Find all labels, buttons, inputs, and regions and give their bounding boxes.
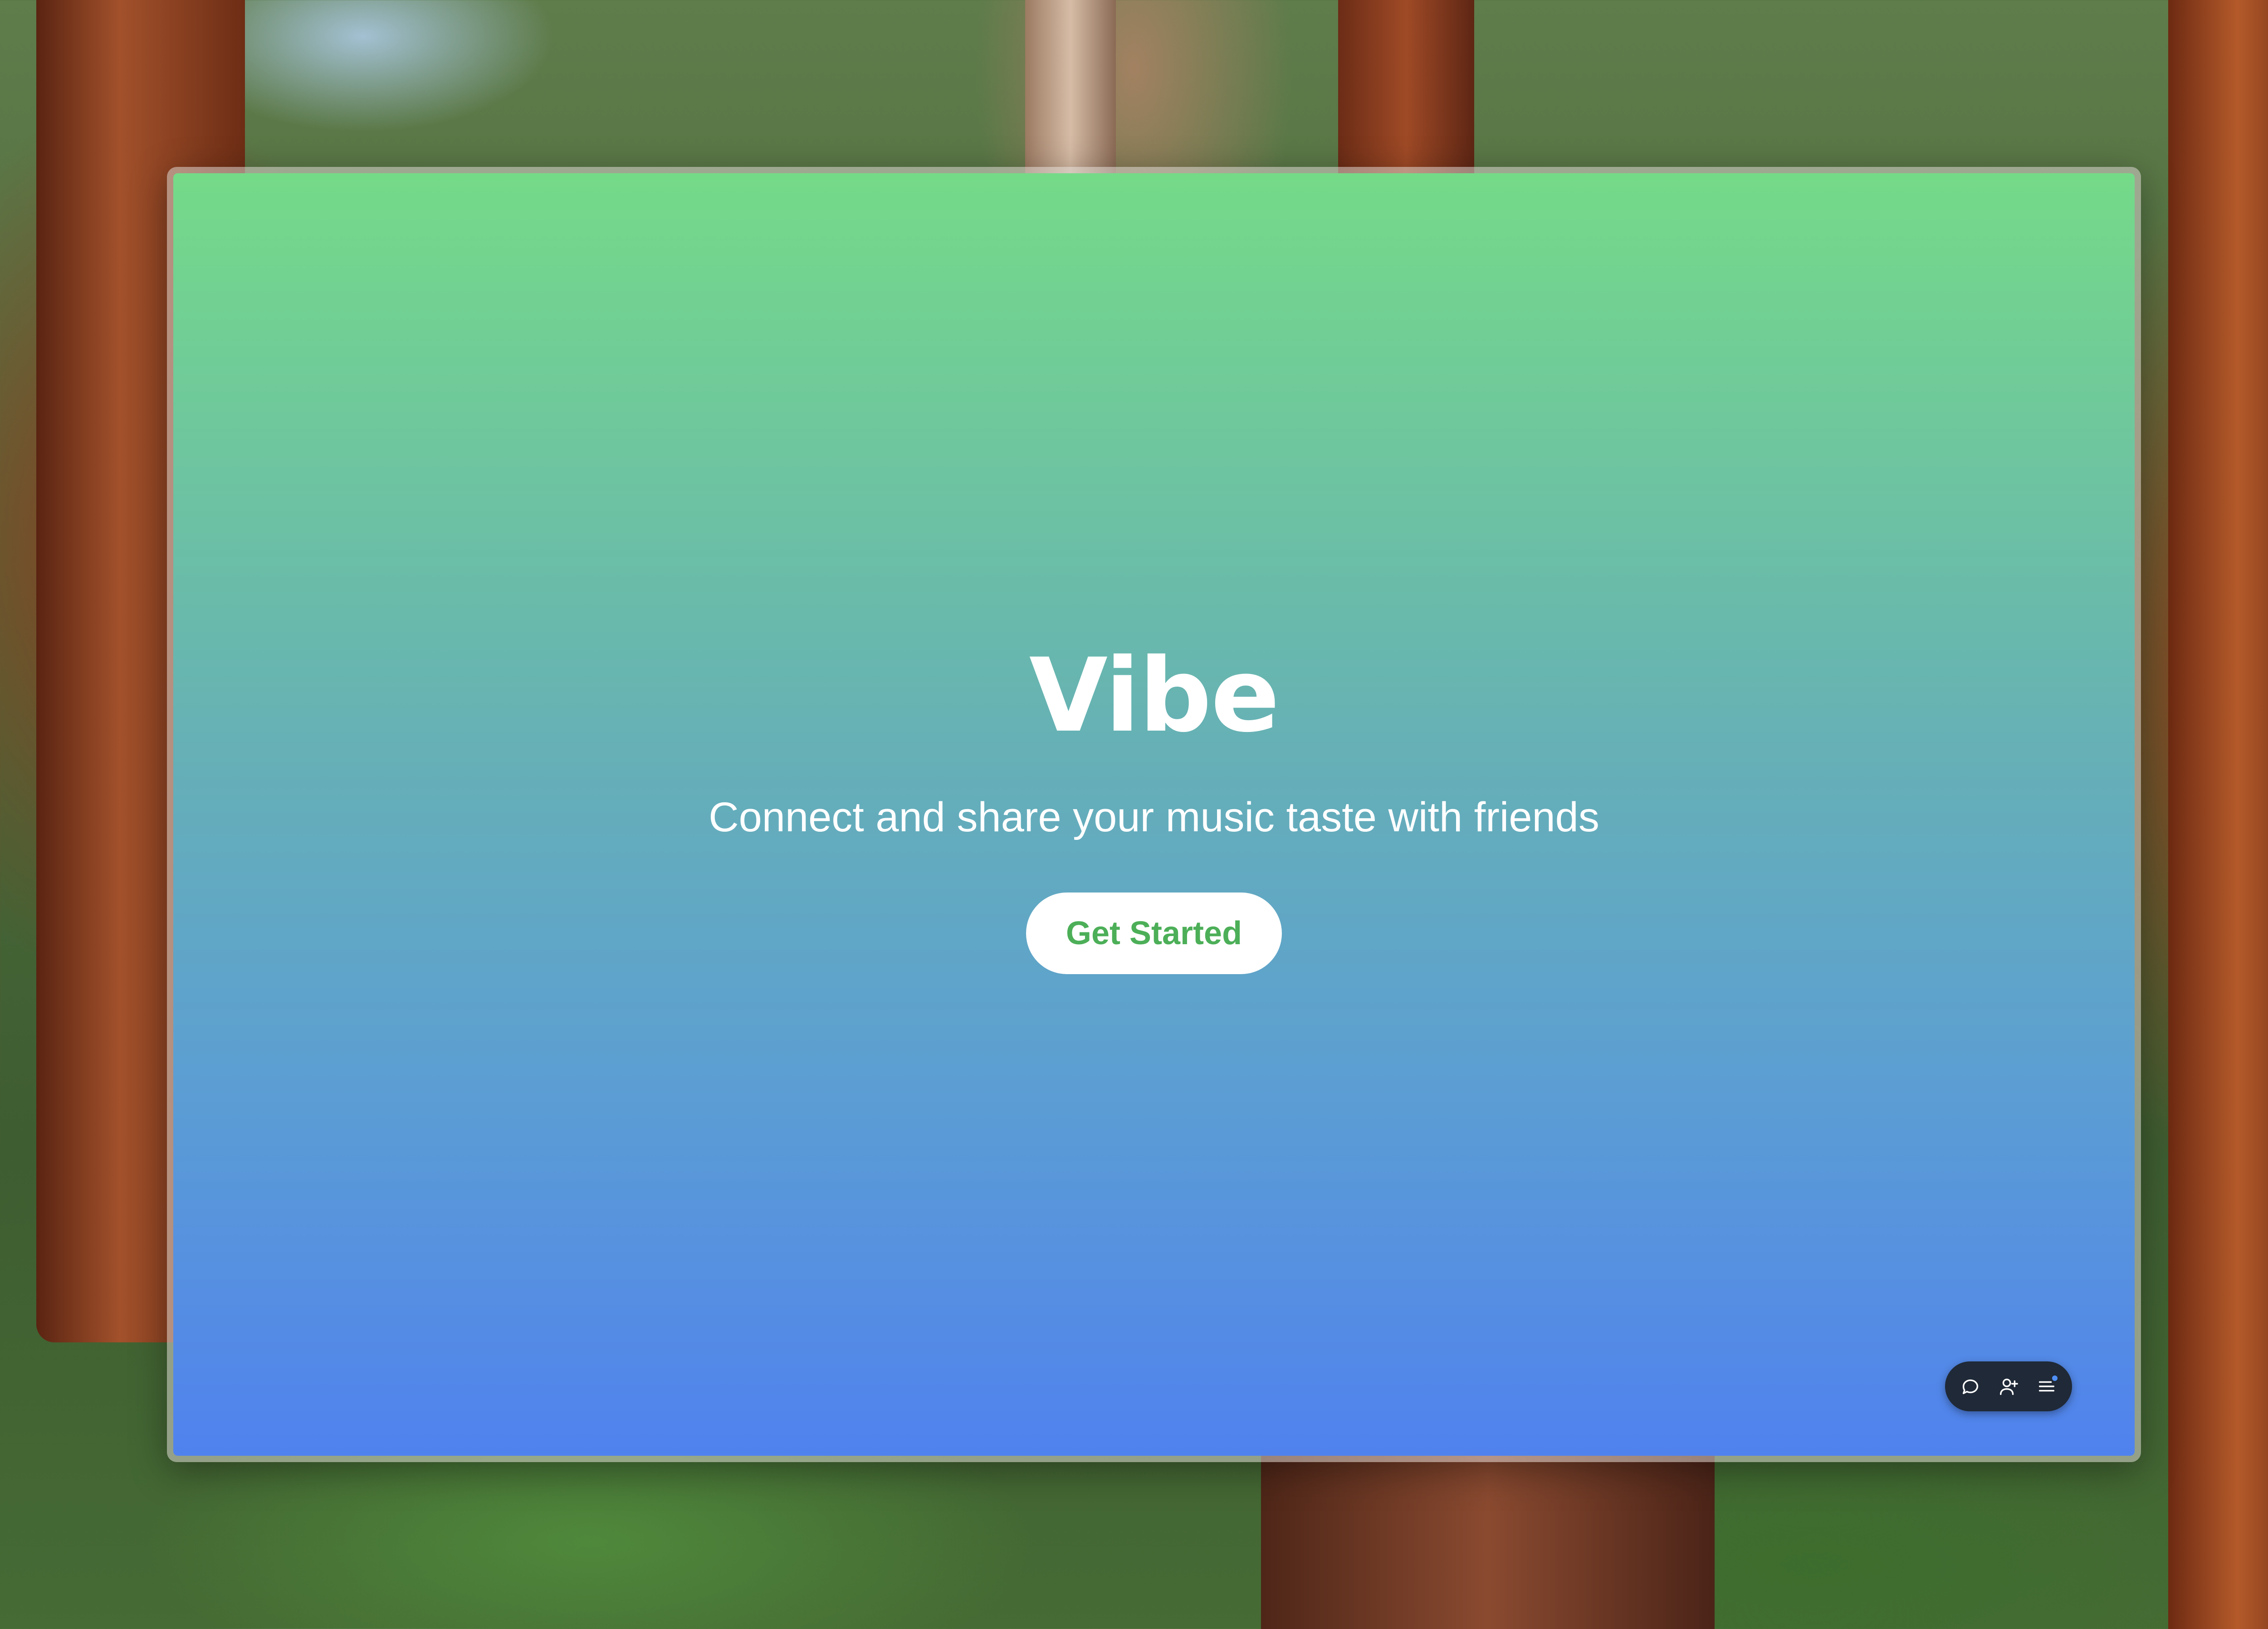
menu-button[interactable] (2034, 1374, 2059, 1399)
tree-trunk (1025, 0, 1116, 190)
hero-section: Vibe Connect and share your music taste … (173, 645, 2135, 974)
floating-toolbar (1945, 1361, 2072, 1411)
chat-bubble-icon (1962, 1379, 1979, 1395)
app-title: Vibe (1029, 636, 1280, 755)
get-started-button[interactable]: Get Started (1026, 893, 1282, 974)
add-user-icon (2000, 1378, 2018, 1395)
app-window: Vibe Connect and share your music taste … (167, 167, 2141, 1462)
notification-dot (2052, 1375, 2058, 1381)
chat-button[interactable] (1958, 1374, 1983, 1399)
landing-page: Vibe Connect and share your music taste … (173, 173, 2135, 1456)
app-tagline: Connect and share your music taste with … (709, 794, 1599, 840)
tree-trunk (2168, 0, 2268, 1629)
add-friend-button[interactable] (1996, 1374, 2021, 1399)
tree-trunk (1338, 0, 1474, 190)
